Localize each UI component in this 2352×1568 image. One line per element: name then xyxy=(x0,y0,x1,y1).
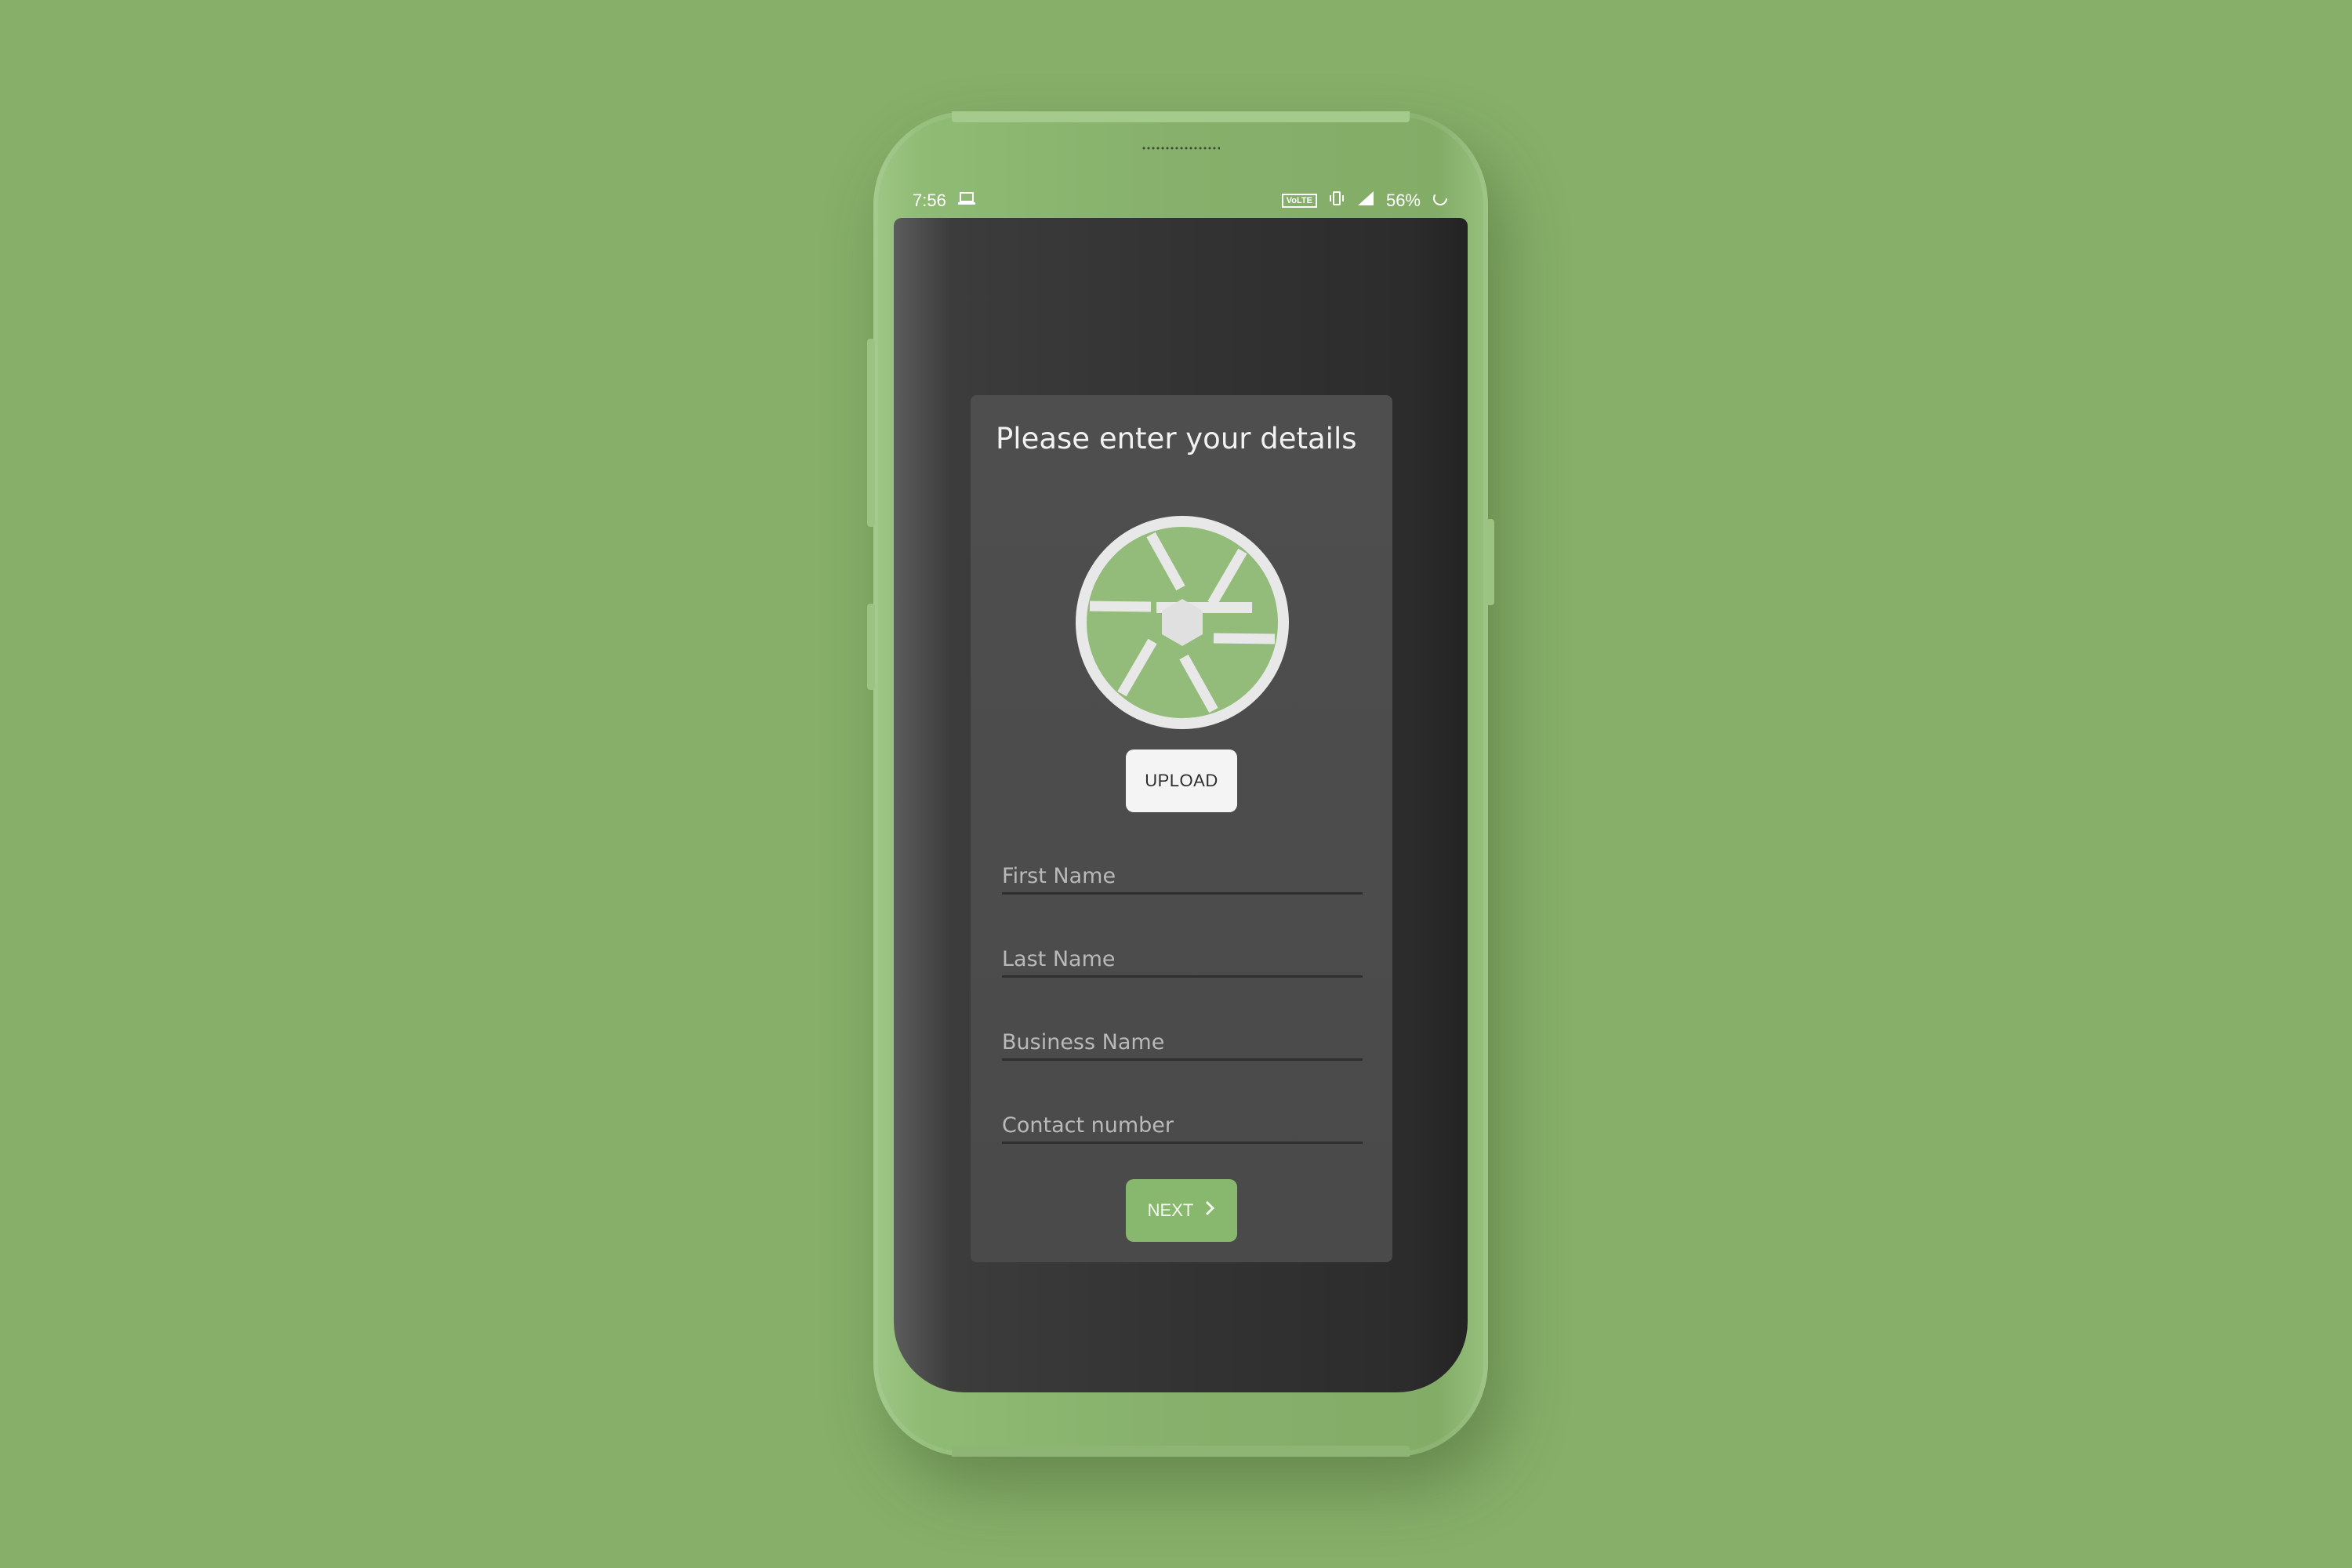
phone-bottom-frame xyxy=(952,1446,1410,1457)
laptop-icon xyxy=(957,191,976,211)
next-button-label: NEXT xyxy=(1147,1200,1194,1220)
status-time: 7:56 xyxy=(913,191,946,210)
business-name-input[interactable] xyxy=(1002,1016,1363,1063)
vibrate-icon xyxy=(1328,190,1345,212)
next-button[interactable]: NEXT xyxy=(1126,1179,1237,1242)
earpiece-speaker xyxy=(1142,146,1220,151)
phone-top-frame xyxy=(952,111,1410,122)
battery-level: 56% xyxy=(1385,191,1421,210)
last-name-field[interactable] xyxy=(1002,933,1363,980)
first-name-field[interactable] xyxy=(1002,850,1363,897)
business-name-field[interactable] xyxy=(1002,1016,1363,1063)
contact-number-field[interactable] xyxy=(1002,1099,1363,1146)
signal-icon xyxy=(1356,190,1375,212)
device-mockup-scene: 7:56 VoLTE 56% Please enter your details… xyxy=(0,0,2352,1568)
bixby-button xyxy=(867,604,875,690)
camera-aperture-icon[interactable] xyxy=(1073,513,1292,732)
volte-badge: VoLTE xyxy=(1281,194,1317,208)
upload-button[interactable]: UPLOAD xyxy=(1126,750,1237,812)
form-title: Please enter your details xyxy=(996,422,1357,456)
details-card: Please enter your details UPLOAD First N… xyxy=(971,395,1392,1262)
contact-number-input[interactable] xyxy=(1002,1099,1363,1146)
battery-icon xyxy=(1432,190,1449,212)
status-bar: 7:56 VoLTE 56% xyxy=(897,182,1465,220)
power-button xyxy=(1486,519,1494,605)
last-name-input[interactable] xyxy=(1002,933,1363,980)
phone-screen: Please enter your details UPLOAD First N… xyxy=(894,218,1468,1392)
phone-body: 7:56 VoLTE 56% Please enter your details… xyxy=(867,111,1494,1457)
chevron-right-icon xyxy=(1204,1200,1215,1221)
volume-button xyxy=(867,339,875,527)
first-name-input[interactable] xyxy=(1002,850,1363,897)
